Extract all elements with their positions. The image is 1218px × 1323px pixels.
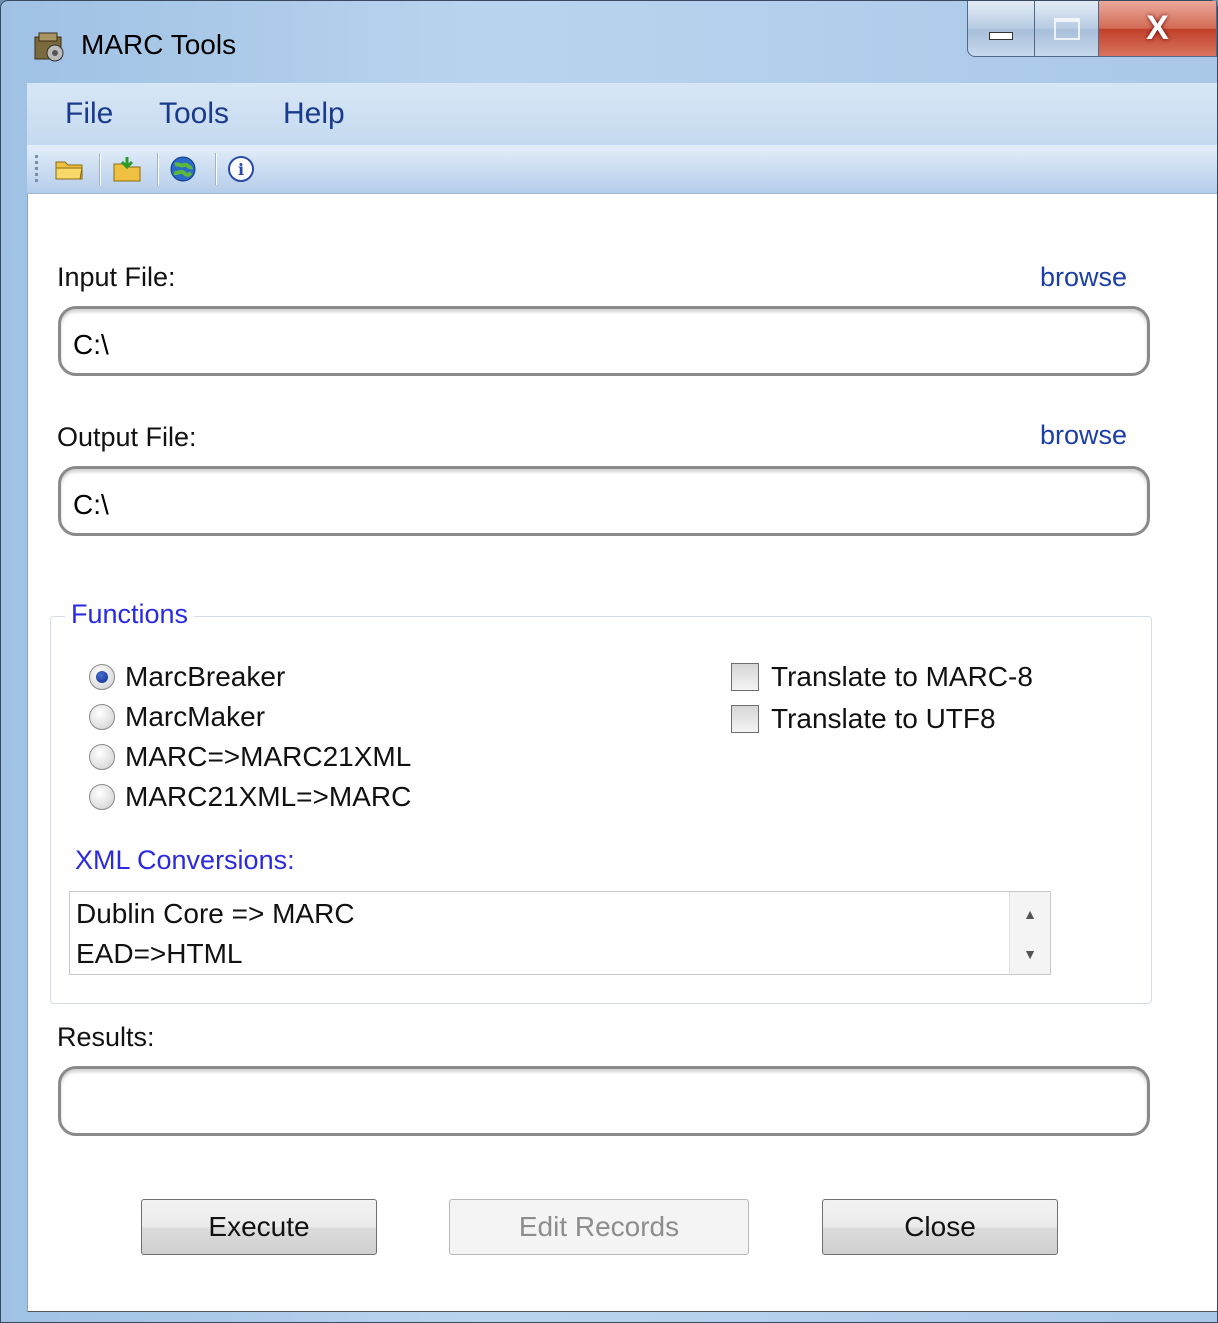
radio-marc21xml-to-marc[interactable]: MARC21XML=>MARC: [89, 781, 411, 813]
checkbox-translate-utf8[interactable]: Translate to UTF8: [731, 703, 996, 735]
app-window: MARC Tools X File Tools Help i Input Fil…: [0, 0, 1218, 1323]
list-scrollbar[interactable]: ▲ ▼: [1009, 892, 1050, 974]
radio-label: MARC=>MARC21XML: [125, 741, 412, 772]
scroll-up-icon[interactable]: ▲: [1010, 894, 1050, 934]
minimize-icon: [989, 31, 1013, 40]
edit-records-button[interactable]: Edit Records: [449, 1199, 749, 1255]
maximize-button[interactable]: [1035, 1, 1099, 57]
radio-button[interactable]: [89, 744, 115, 770]
checkbox-label: Translate to MARC-8: [771, 661, 1033, 692]
radio-button[interactable]: [89, 784, 115, 810]
main-panel: Input File: browse C:\ Output File: brow…: [27, 194, 1217, 1312]
list-item[interactable]: EAD=>HTML: [76, 938, 243, 970]
window-title: MARC Tools: [81, 29, 237, 60]
radio-button[interactable]: [89, 664, 115, 690]
results-label: Results:: [57, 1022, 155, 1052]
svg-text:i: i: [238, 160, 244, 179]
menu-tools[interactable]: Tools: [159, 97, 229, 131]
menu-bar: File Tools Help: [27, 83, 1217, 145]
close-window-button[interactable]: X: [1099, 1, 1217, 57]
input-file-field[interactable]: C:\: [58, 306, 1150, 376]
radio-label: MARC21XML=>MARC: [125, 781, 412, 812]
radio-marcmaker[interactable]: MarcMaker: [89, 701, 265, 733]
radio-marcbreaker[interactable]: MarcBreaker: [89, 661, 285, 693]
checkbox-label: Translate to UTF8: [771, 703, 996, 734]
scroll-down-icon[interactable]: ▼: [1010, 934, 1050, 974]
toolbar-separator: [215, 153, 217, 185]
globe-icon[interactable]: [165, 153, 201, 185]
app-icon: [34, 32, 64, 62]
close-button[interactable]: Close: [822, 1199, 1058, 1255]
menu-help[interactable]: Help: [283, 97, 345, 131]
minimize-button[interactable]: [967, 1, 1035, 57]
output-file-field[interactable]: C:\: [58, 466, 1150, 536]
toolbar: i: [27, 145, 1217, 194]
open-folder-icon[interactable]: [51, 153, 87, 185]
checkbox[interactable]: [731, 705, 759, 733]
list-item[interactable]: Dublin Core => MARC: [76, 898, 355, 930]
functions-group: Functions MarcBreaker MarcMaker MARC=>MA…: [50, 599, 1152, 1004]
input-browse-link[interactable]: browse: [1040, 262, 1127, 293]
radio-label: MarcMaker: [125, 701, 266, 732]
menu-file[interactable]: File: [65, 97, 113, 131]
input-file-label: Input File:: [57, 262, 176, 292]
info-icon[interactable]: i: [223, 153, 259, 185]
output-browse-link[interactable]: browse: [1040, 420, 1127, 451]
checkbox-translate-marc8[interactable]: Translate to MARC-8: [731, 661, 1033, 693]
toolbar-grip[interactable]: [35, 155, 38, 183]
save-folder-icon[interactable]: [109, 153, 145, 185]
xml-conversions-list[interactable]: Dublin Core => MARC EAD=>HTML ▲ ▼: [69, 891, 1051, 975]
window-controls: X: [967, 1, 1217, 59]
output-file-label: Output File:: [57, 422, 197, 452]
toolbar-separator: [157, 153, 159, 185]
functions-legend: Functions: [65, 599, 195, 630]
maximize-icon: [1053, 17, 1080, 40]
title-bar[interactable]: MARC Tools X: [1, 1, 1217, 81]
execute-button[interactable]: Execute: [141, 1199, 377, 1255]
xml-conversions-label: XML Conversions:: [75, 845, 295, 875]
radio-label: MarcBreaker: [125, 661, 286, 692]
radio-marc-to-marc21xml[interactable]: MARC=>MARC21XML: [89, 741, 411, 773]
results-field[interactable]: [58, 1066, 1150, 1136]
toolbar-separator: [99, 153, 101, 185]
close-icon: X: [1146, 9, 1169, 47]
checkbox[interactable]: [731, 663, 759, 691]
radio-button[interactable]: [89, 704, 115, 730]
